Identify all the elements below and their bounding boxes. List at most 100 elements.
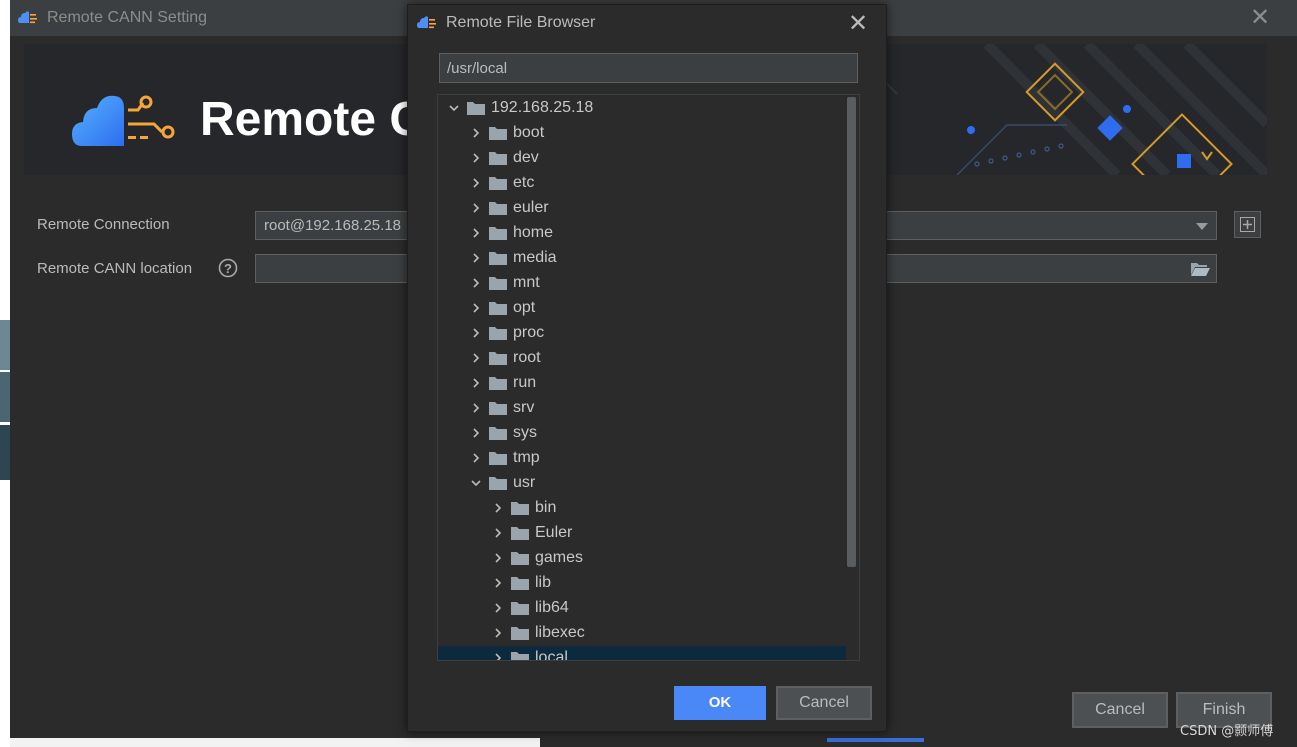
tree-node-label: lib64 [535, 599, 569, 616]
chevron-right-icon[interactable] [471, 278, 481, 288]
tree-node[interactable]: sys [438, 421, 846, 446]
path-input[interactable] [439, 53, 858, 83]
chevron-right-icon[interactable] [471, 153, 481, 163]
remote-file-browser-dialog: Remote File Browser ✕ 192.168.25.18 boot d… [407, 4, 887, 732]
tree-node[interactable]: opt [438, 296, 846, 321]
chevron-right-icon[interactable] [471, 328, 481, 338]
chevron-right-icon[interactable] [493, 578, 503, 588]
tree-node-label: proc [513, 324, 545, 341]
folder-icon [511, 627, 529, 640]
chevron-right-icon[interactable] [471, 203, 481, 213]
tree-node[interactable]: root [438, 346, 846, 371]
tree-node[interactable]: etc [438, 171, 846, 196]
tree-node-label: sys [513, 424, 537, 441]
svg-text:?: ? [224, 261, 232, 276]
chevron-right-icon[interactable] [471, 428, 481, 438]
folder-icon [489, 477, 507, 490]
tree-node-label: etc [513, 174, 535, 191]
tree-node[interactable]: lib64 [438, 596, 846, 621]
ok-button[interactable]: OK [674, 686, 766, 720]
chevron-right-icon[interactable] [471, 228, 481, 238]
tree-node[interactable]: games [438, 546, 846, 571]
tree-node-label: srv [513, 399, 535, 416]
folder-icon [511, 552, 529, 565]
folder-icon [467, 102, 485, 115]
tree-node-label: euler [513, 199, 549, 216]
remote-connection-label: Remote Connection [37, 216, 170, 233]
chevron-down-icon[interactable] [471, 478, 481, 488]
chevron-right-icon[interactable] [493, 503, 503, 513]
chevron-right-icon[interactable] [471, 353, 481, 363]
folder-icon [489, 127, 507, 140]
chevron-right-icon[interactable] [471, 178, 481, 188]
close-icon[interactable]: ✕ [846, 10, 870, 36]
tree-node[interactable]: boot [438, 121, 846, 146]
tree-node[interactable]: run [438, 371, 846, 396]
banner-title: Remote C [200, 93, 425, 146]
watermark: CSDN @颢师傅 [1180, 724, 1274, 739]
chevron-right-icon[interactable] [471, 303, 481, 313]
chevron-right-icon[interactable] [471, 403, 481, 413]
remote-connection-value: root@192.168.25.18 [264, 217, 401, 234]
tree-node[interactable]: local [438, 646, 846, 661]
tree-node-label: root [513, 349, 541, 366]
cancel-button[interactable]: Cancel [776, 686, 872, 720]
tree-node-label: 192.168.25.18 [491, 99, 594, 116]
chevron-right-icon[interactable] [471, 253, 481, 263]
tree-node-label: mnt [513, 274, 540, 291]
folder-icon [489, 402, 507, 415]
tree-node[interactable]: bin [438, 496, 846, 521]
chevron-down-icon[interactable] [449, 103, 459, 113]
tree-node[interactable]: media [438, 246, 846, 271]
tree-node[interactable]: libexec [438, 621, 846, 646]
chevron-right-icon[interactable] [471, 128, 481, 138]
folder-icon [511, 577, 529, 590]
chevron-right-icon[interactable] [493, 528, 503, 538]
chevron-down-icon[interactable] [1196, 223, 1208, 230]
tree-node[interactable]: home [438, 221, 846, 246]
help-icon[interactable]: ? [218, 258, 238, 278]
folder-icon [489, 377, 507, 390]
add-connection-button[interactable] [1234, 211, 1261, 238]
tree-node-label: opt [513, 299, 536, 316]
folder-icon [489, 302, 507, 315]
tree-node[interactable]: proc [438, 321, 846, 346]
tree-node-label: libexec [535, 624, 585, 641]
chevron-right-icon[interactable] [493, 628, 503, 638]
background-thumbnail [0, 320, 10, 370]
chevron-right-icon[interactable] [471, 453, 481, 463]
folder-icon [489, 452, 507, 465]
tree-node-label: usr [513, 474, 536, 491]
tree-node[interactable]: euler [438, 196, 846, 221]
tree-node[interactable]: srv [438, 396, 846, 421]
folder-open-icon[interactable] [1190, 261, 1210, 277]
background-page-edge [0, 0, 10, 747]
scrollbar[interactable] [847, 97, 856, 567]
chevron-right-icon[interactable] [493, 653, 503, 661]
folder-icon [489, 227, 507, 240]
cancel-button[interactable]: Cancel [1072, 692, 1168, 728]
tree-node[interactable]: mnt [438, 271, 846, 296]
cann-location-label: Remote CANN location [37, 260, 193, 277]
tree-node[interactable]: Euler [438, 521, 846, 546]
background-taskbar-edge [540, 738, 1297, 747]
chevron-right-icon[interactable] [493, 603, 503, 613]
tree-node-label: dev [513, 149, 539, 166]
add-icon [1240, 217, 1255, 232]
folder-icon [489, 177, 507, 190]
chevron-right-icon[interactable] [471, 378, 481, 388]
tree-node[interactable]: usr [438, 471, 846, 496]
tree-node[interactable]: lib [438, 571, 846, 596]
file-tree[interactable]: 192.168.25.18 boot dev etc euler home media mnt… [437, 94, 860, 661]
tree-node-label: lib [535, 574, 552, 591]
folder-icon [511, 652, 529, 660]
folder-icon [489, 352, 507, 365]
close-icon[interactable]: ✕ [1248, 4, 1272, 30]
cann-cloud-icon [417, 16, 436, 29]
tree-node[interactable]: dev [438, 146, 846, 171]
tree-node[interactable]: 192.168.25.18 [438, 96, 846, 121]
chevron-right-icon[interactable] [493, 553, 503, 563]
tree-node[interactable]: tmp [438, 446, 846, 471]
file-browser-title: Remote File Browser [446, 14, 596, 31]
circuit-decoration [867, 44, 1267, 175]
